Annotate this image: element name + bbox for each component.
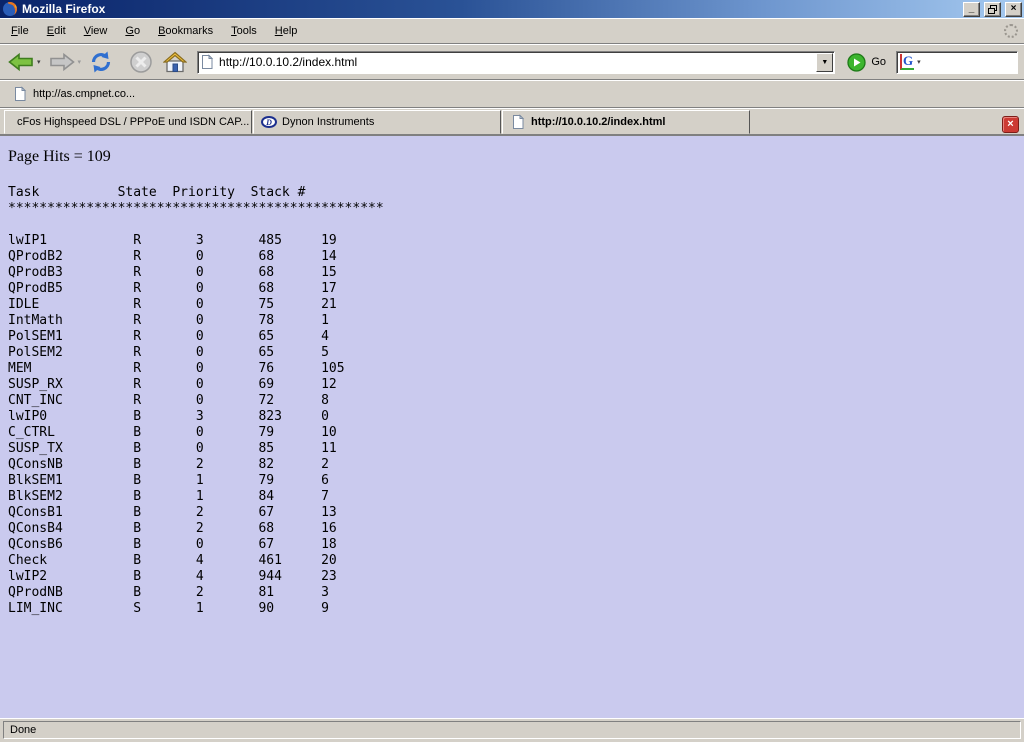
tab-index-html[interactable]: http://10.0.10.2/index.html — [502, 110, 750, 134]
url-bar: ▼ — [197, 51, 835, 74]
forward-icon — [49, 51, 75, 73]
window-title: Mozilla Firefox — [22, 0, 959, 18]
go-label: Go — [871, 56, 886, 68]
tab-dynon[interactable]: D Dynon Instruments — [253, 110, 501, 134]
go-button[interactable]: Go — [843, 51, 890, 74]
reload-icon — [89, 50, 113, 74]
back-button[interactable] — [6, 49, 36, 75]
google-search-engine-icon[interactable]: G — [900, 54, 914, 70]
status-field: Done — [3, 721, 1021, 739]
bookmarks-toolbar: http://as.cmpnet.co... — [0, 80, 1024, 108]
tab-bar: cFos Highspeed DSL / PPPoE und ISDN CAP.… — [0, 108, 1024, 136]
title-bar: Mozilla Firefox _ × — [0, 0, 1024, 18]
forward-dropdown[interactable]: ▾ — [78, 58, 82, 66]
home-button[interactable] — [161, 49, 189, 75]
go-icon — [847, 53, 866, 72]
status-bar: Done — [0, 718, 1024, 742]
bookmark-label: http://as.cmpnet.co... — [33, 88, 135, 100]
search-box: G ▾ — [896, 51, 1018, 74]
firefox-logo-icon — [2, 1, 18, 17]
minimize-button[interactable]: _ — [963, 2, 980, 17]
page-content: Page Hits = 109 Task State Priority Stac… — [0, 136, 1024, 718]
tab-label: Dynon Instruments — [282, 116, 374, 128]
menu-tools[interactable]: Tools — [222, 21, 266, 41]
page-icon — [12, 86, 28, 102]
menu-bar: File Edit View Go Bookmarks Tools Help — [0, 18, 1024, 44]
status-text: Done — [10, 724, 36, 736]
navigation-toolbar: ▾ ▾ ▼ — [0, 44, 1024, 80]
search-input[interactable] — [923, 55, 1014, 69]
forward-button[interactable] — [47, 49, 77, 75]
back-icon — [8, 51, 34, 73]
page-hits-text: Page Hits = 109 — [8, 148, 1024, 166]
tab-cfos[interactable]: cFos Highspeed DSL / PPPoE und ISDN CAP.… — [4, 110, 252, 134]
reload-button[interactable] — [87, 48, 115, 76]
stop-icon — [129, 50, 153, 74]
menu-view[interactable]: View — [75, 21, 117, 41]
back-dropdown[interactable]: ▾ — [37, 58, 41, 66]
dynon-site-icon: D — [261, 114, 277, 130]
home-icon — [163, 51, 187, 73]
svg-text:D: D — [265, 118, 272, 127]
menu-file[interactable]: File — [2, 21, 38, 41]
menu-edit[interactable]: Edit — [38, 21, 75, 41]
tab-label: http://10.0.10.2/index.html — [531, 116, 665, 128]
stop-button[interactable] — [127, 48, 155, 76]
restore-icon — [988, 5, 997, 14]
close-tab-button[interactable]: × — [1002, 116, 1019, 133]
task-table: Task State Priority Stack # ************… — [8, 185, 1024, 617]
search-engine-dropdown[interactable]: ▾ — [917, 58, 921, 66]
url-input[interactable] — [219, 55, 812, 69]
throbber-icon — [1004, 24, 1018, 38]
page-icon — [199, 54, 215, 70]
page-icon — [510, 114, 526, 130]
tab-label: cFos Highspeed DSL / PPPoE und ISDN CAP.… — [17, 116, 249, 128]
menu-help[interactable]: Help — [266, 21, 307, 41]
bookmark-item[interactable]: http://as.cmpnet.co... — [8, 83, 139, 105]
url-dropdown-button[interactable]: ▼ — [816, 53, 833, 72]
menu-go[interactable]: Go — [116, 21, 149, 41]
close-button[interactable]: × — [1005, 2, 1022, 17]
restore-button[interactable] — [984, 2, 1001, 17]
menu-bookmarks[interactable]: Bookmarks — [149, 21, 222, 41]
